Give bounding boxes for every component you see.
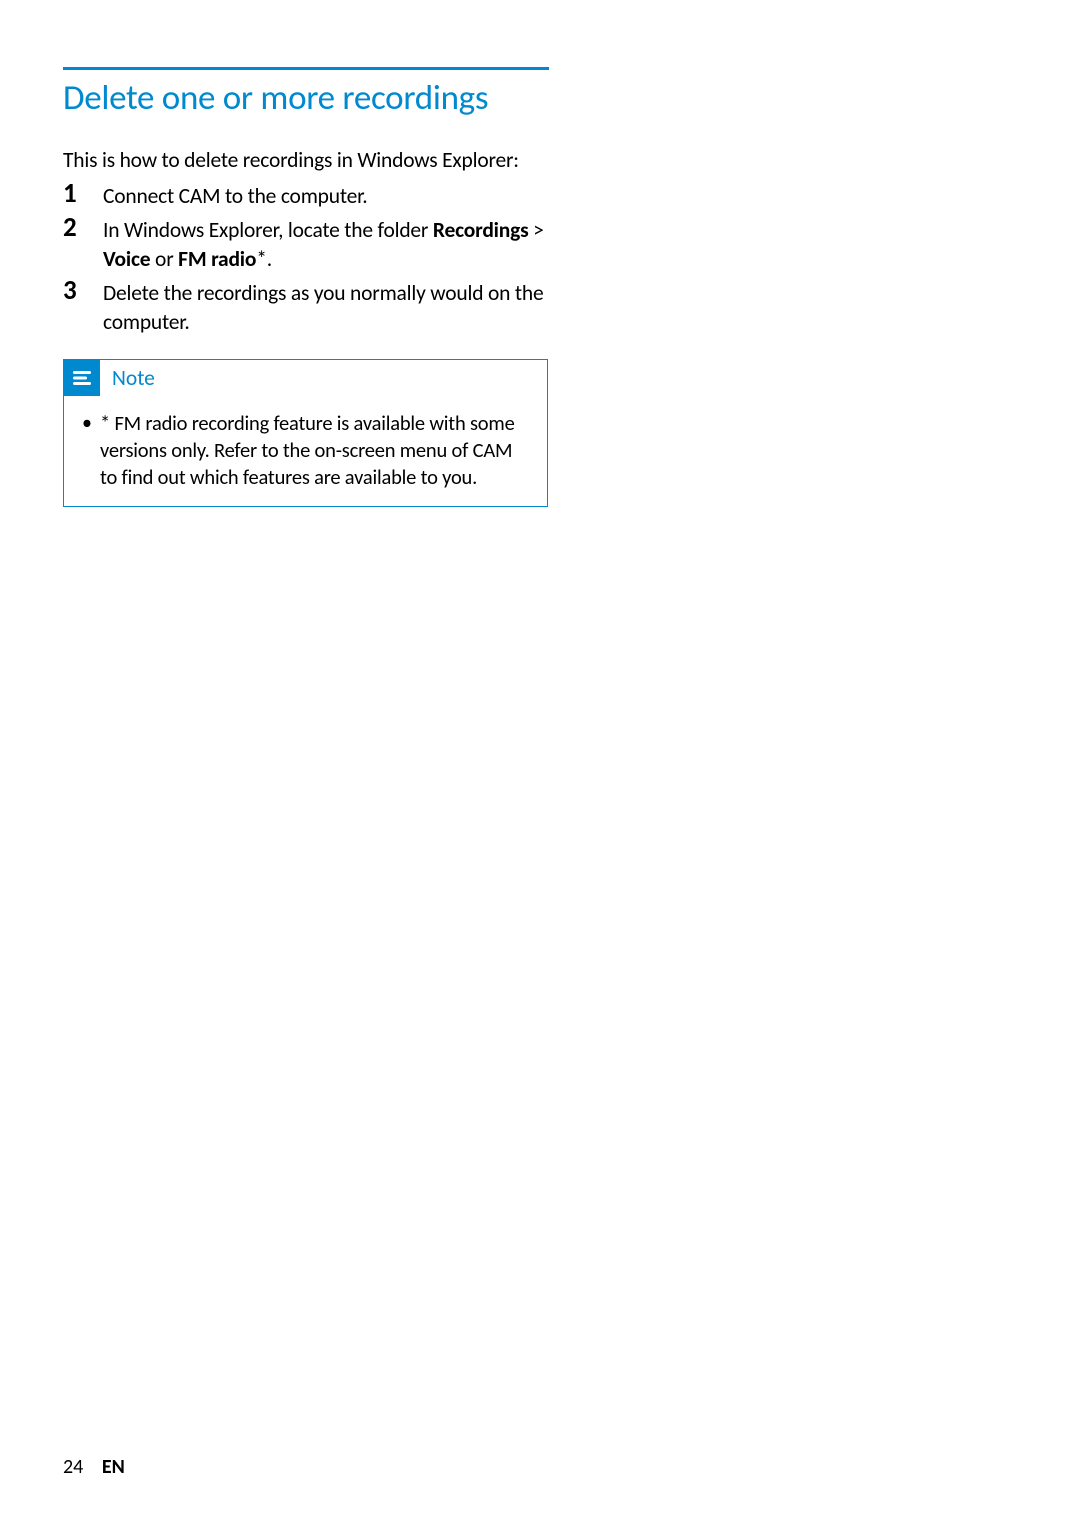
bullet-dot: • (82, 410, 100, 436)
note-header: Note (64, 360, 547, 396)
step-item: 1 Connect CAM to the computer. (63, 179, 549, 211)
step-text: In Windows Explorer, locate the folder R… (103, 213, 549, 274)
step-item: 3 Delete the recordings as you normally … (63, 276, 549, 337)
note-body: • * FM radio recording feature is availa… (64, 396, 547, 506)
step-number: 3 (63, 276, 103, 306)
note-icon (64, 360, 100, 396)
note-bullet: • * FM radio recording feature is availa… (82, 410, 529, 490)
intro-text: This is how to delete recordings in Wind… (63, 146, 549, 175)
note-label: Note (112, 365, 155, 391)
page-footer: 24 EN (63, 1455, 125, 1479)
note-bullet-text: * FM radio recording feature is availabl… (100, 410, 529, 490)
section-rule (63, 67, 549, 70)
note-block: Note • * FM radio recording feature is a… (63, 359, 548, 507)
step-text: Delete the recordings as you normally wo… (103, 276, 549, 337)
page-number: 24 (63, 1455, 83, 1479)
step-item: 2 In Windows Explorer, locate the folder… (63, 213, 549, 274)
page-language: EN (102, 1455, 125, 1479)
step-text: Connect CAM to the computer. (103, 179, 367, 211)
step-list: 1 Connect CAM to the computer. 2 In Wind… (63, 179, 549, 337)
page-content: Delete one or more recordings This is ho… (63, 67, 549, 507)
step-number: 1 (63, 179, 103, 209)
section-heading: Delete one or more recordings (63, 78, 549, 118)
step-number: 2 (63, 213, 103, 243)
